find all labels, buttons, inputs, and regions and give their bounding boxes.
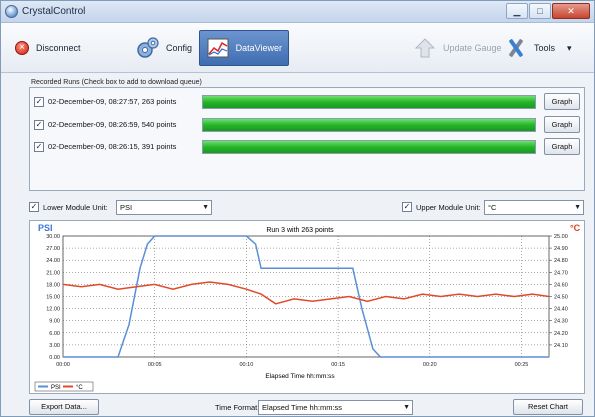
close-button[interactable]: ✕	[552, 3, 590, 19]
y-right-tick-label: 24.80	[554, 258, 568, 264]
download-progress-bar	[202, 140, 536, 154]
graph-button[interactable]: Graph	[544, 93, 580, 110]
y-left-tick-label: 0.00	[49, 355, 60, 361]
x-tick-label: 00:15	[331, 362, 345, 368]
reset-chart-button[interactable]: Reset Chart	[513, 399, 583, 415]
download-progress-bar	[202, 95, 536, 109]
y-left-tick-label: 30.00	[46, 234, 60, 240]
disconnect-button[interactable]: × Disconnect	[7, 30, 87, 66]
chart-legend: PSI °C	[34, 381, 94, 392]
upload-arrow-icon	[412, 35, 438, 61]
bottom-bar: Export Data... Time Format: Elapsed Time…	[1, 397, 594, 417]
y-right-tick-label: 25.00	[554, 234, 568, 240]
config-label: Config	[166, 43, 193, 53]
recorded-runs-list: ✓ 02-December-09, 08:27:57, 263 points G…	[29, 87, 585, 191]
graph-button[interactable]: Graph	[544, 116, 580, 133]
y-right-tick-label: 24.50	[554, 295, 568, 301]
run-label: 02-December-09, 08:27:57, 263 points	[48, 97, 177, 106]
crystalcontrol-window: CrystalControl ▁ □ ✕ × Disconnect Config	[0, 0, 595, 417]
time-format-value: Elapsed Time hh:mm:ss	[262, 403, 343, 412]
chevron-down-icon: ▼	[202, 204, 209, 211]
y-right-tick-label: 24.10	[554, 343, 568, 349]
chevron-down-icon: ▼	[574, 204, 581, 211]
toolbar: × Disconnect Config DataViewer Update Ga…	[1, 23, 594, 73]
chart-icon	[206, 35, 231, 61]
dataviewer-label: DataViewer	[235, 43, 282, 53]
x-axis-title: Elapsed Time hh:mm:ss	[265, 373, 335, 380]
gears-icon	[135, 35, 161, 61]
x-tick-label: 00:00	[56, 362, 70, 368]
graph-button[interactable]: Graph	[544, 138, 580, 155]
y-right-tick-label: 24.30	[554, 319, 568, 325]
lower-module-checkbox[interactable]: ✓	[29, 202, 39, 212]
lower-module-label: Lower Module Unit:	[43, 203, 108, 212]
y-left-tick-label: 15.00	[46, 295, 60, 301]
chevron-down-icon: ▼	[403, 404, 410, 411]
disconnect-label: Disconnect	[36, 43, 81, 53]
legend-label-degc: °C	[76, 385, 83, 391]
y-left-tick-label: 3.00	[49, 343, 60, 349]
run-label: 02-December-09, 08:26:59, 540 points	[48, 120, 177, 129]
y-right-axis-title: °C	[570, 223, 581, 233]
lower-module-select[interactable]: PSI ▼	[116, 200, 212, 215]
upper-module-value: °C	[488, 203, 497, 212]
chart-title: Run 3 with 263 points	[266, 227, 334, 234]
update-gauge-label: Update Gauge	[443, 43, 502, 53]
minimize-button[interactable]: ▁	[506, 3, 528, 19]
recorded-runs-label: Recorded Runs (Check box to add to downl…	[31, 79, 202, 86]
x-tick-label: 00:20	[423, 362, 437, 368]
x-tick-label: 00:10	[240, 362, 254, 368]
y-left-tick-label: 24.00	[46, 258, 60, 264]
y-left-axis-title: PSI	[38, 223, 53, 233]
y-left-tick-label: 6.00	[49, 331, 60, 337]
window-controls: ▁ □ ✕	[505, 3, 590, 19]
upper-module-label: Upper Module Unit:	[416, 203, 481, 212]
y-right-tick-label: 24.40	[554, 307, 568, 313]
run-checkbox[interactable]: ✓	[34, 120, 44, 130]
tools-dropdown-icon: ▾	[567, 42, 572, 53]
time-format-label: Time Format:	[215, 403, 260, 412]
y-left-tick-label: 18.00	[46, 282, 60, 288]
y-left-tick-label: 9.00	[49, 319, 60, 325]
run-chart: 0.00 3.00 6.00 9.00 12.00 15.00 18.00 21.00 24.0…	[34, 223, 581, 392]
legend-label-psi: PSI	[51, 385, 61, 391]
time-format-select[interactable]: Elapsed Time hh:mm:ss ▼	[258, 400, 413, 415]
y-left-tick-label: 27.00	[46, 246, 60, 252]
dataviewer-tab[interactable]: DataViewer	[199, 30, 289, 66]
y-right-tick-label: 24.70	[554, 270, 568, 276]
export-data-button[interactable]: Export Data...	[29, 399, 99, 415]
y-right-tick-label: 24.60	[554, 282, 568, 288]
disconnect-icon: ×	[13, 35, 31, 61]
maximize-button[interactable]: □	[529, 3, 551, 19]
update-gauge-button[interactable]: Update Gauge	[406, 30, 508, 66]
x-tick-label: 00:05	[148, 362, 162, 368]
run-row: ✓ 02-December-09, 08:27:57, 263 points G…	[30, 93, 584, 111]
window-title: CrystalControl	[22, 6, 86, 17]
run-checkbox[interactable]: ✓	[34, 142, 44, 152]
y-right-tick-label: 24.20	[554, 331, 568, 337]
y-left-tick-label: 12.00	[46, 307, 60, 313]
config-button[interactable]: Config	[129, 30, 198, 66]
module-unit-row: ✓ Lower Module Unit: PSI ▼ ✓ Upper Modul…	[29, 200, 585, 216]
run-row: ✓ 02-December-09, 08:26:15, 391 points G…	[30, 138, 584, 156]
chart-panel: 0.00 3.00 6.00 9.00 12.00 15.00 18.00 21.00 24.0…	[29, 220, 585, 394]
run-checkbox[interactable]: ✓	[34, 97, 44, 107]
upper-module-checkbox[interactable]: ✓	[402, 202, 412, 212]
download-progress-bar	[202, 118, 536, 132]
tools-label: Tools	[534, 43, 556, 53]
app-icon	[5, 5, 18, 18]
y-right-tick-label: 24.90	[554, 246, 568, 252]
tools-button[interactable]: Tools ▾	[497, 30, 578, 66]
lower-module-value: PSI	[120, 203, 133, 212]
y-left-tick-label: 21.00	[46, 270, 60, 276]
tools-icon	[503, 35, 529, 61]
x-tick-label: 00:25	[515, 362, 529, 368]
upper-module-select[interactable]: °C ▼	[484, 200, 584, 215]
run-row: ✓ 02-December-09, 08:26:59, 540 points G…	[30, 116, 584, 134]
run-label: 02-December-09, 08:26:15, 391 points	[48, 142, 177, 151]
title-bar: CrystalControl ▁ □ ✕	[1, 1, 594, 23]
